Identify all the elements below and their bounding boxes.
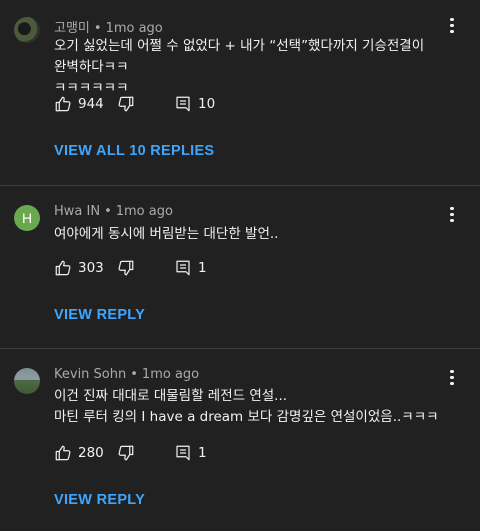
meta-separator: • (130, 367, 138, 382)
comment-meta: 고맹미 • 1mo ago (54, 17, 163, 36)
comment-icon (176, 260, 190, 276)
thumbs-down-icon (118, 260, 134, 276)
comment-time[interactable]: 1mo ago (106, 21, 163, 36)
reply-button[interactable]: 1 (174, 257, 207, 279)
avatar-letter: H (21, 210, 33, 226)
more-options-icon[interactable] (443, 205, 461, 223)
more-options-icon[interactable] (443, 368, 461, 386)
reply-button[interactable]: 1 (174, 442, 207, 464)
comment-actions: 280 1 (54, 442, 354, 464)
reply-count: 1 (198, 260, 207, 276)
dislike-button[interactable] (117, 93, 135, 115)
avatar[interactable]: H (14, 205, 40, 231)
comment-text-line: 오기 싫었는데 어쩔 수 없었다 + 내가 “선택”했다까지 기승전결이 완벽하… (54, 38, 425, 75)
comment-item: Kevin Sohn • 1mo ago 이건 진짜 대대로 대물림할 레전드 연설… (0, 349, 480, 531)
comment-meta: Kevin Sohn • 1mo ago (54, 367, 199, 382)
like-button[interactable]: 303 (54, 257, 104, 279)
view-replies-button[interactable]: VIEW REPLY (54, 307, 145, 323)
comment-item: 고맹미 • 1mo ago 오기 싫었는데 어쩔 수 없었다 + 내가 “선택”했다… (0, 0, 480, 182)
avatar[interactable] (14, 17, 40, 43)
comment-author[interactable]: 고맹미 (54, 21, 90, 36)
comment-actions: 303 1 (54, 257, 354, 279)
comment-text-line: 이건 진짜 대대로 대물림할 레전드 연설... (54, 388, 288, 404)
like-button[interactable]: 280 (54, 442, 104, 464)
comment-item: H Hwa IN • 1mo ago 여야에게 동시에 버림받는 대단한 발언.. … (0, 186, 480, 346)
avatar[interactable] (14, 368, 40, 394)
comment-text: 오기 싫었는데 어쩔 수 없었다 + 내가 “선택”했다까지 기승전결이 완벽하… (54, 36, 442, 99)
comment-author[interactable]: Kevin Sohn (54, 367, 126, 382)
dislike-button[interactable] (117, 257, 135, 279)
comment-text: 이건 진짜 대대로 대물림할 레전드 연설... 마틴 루터 킹의 I have… (54, 386, 442, 428)
view-replies-button[interactable]: VIEW REPLY (54, 492, 145, 508)
comment-actions: 944 10 (54, 93, 354, 115)
comment-text: 여야에게 동시에 버림받는 대단한 발언.. (54, 224, 442, 245)
more-options-icon[interactable] (443, 16, 461, 34)
thumbs-up-icon (55, 260, 71, 276)
comment-author[interactable]: Hwa IN (54, 204, 100, 219)
thumbs-up-icon (55, 96, 71, 112)
comment-icon (176, 445, 190, 461)
thumbs-down-icon (118, 445, 134, 461)
like-button[interactable]: 944 (54, 93, 104, 115)
comment-time[interactable]: 1mo ago (142, 367, 199, 382)
reply-count: 10 (198, 96, 216, 112)
reply-button[interactable]: 10 (174, 93, 215, 115)
dislike-button[interactable] (117, 442, 135, 464)
like-count: 280 (78, 445, 104, 461)
comment-time[interactable]: 1mo ago (116, 204, 173, 219)
comment-icon (176, 96, 190, 112)
comment-text-line: 여야에게 동시에 버림받는 대단한 발언.. (54, 226, 279, 242)
view-replies-button[interactable]: VIEW ALL 10 REPLIES (54, 143, 214, 159)
meta-separator: • (93, 21, 102, 36)
reply-count: 1 (198, 445, 207, 461)
thumbs-up-icon (55, 445, 71, 461)
comment-meta: Hwa IN • 1mo ago (54, 204, 173, 219)
like-count: 944 (78, 96, 104, 112)
thumbs-down-icon (118, 96, 134, 112)
like-count: 303 (78, 260, 104, 276)
comment-text-line: 마틴 루터 킹의 I have a dream 보다 감명깊은 연설이었음..ㅋ… (54, 409, 439, 425)
meta-separator: • (104, 204, 112, 219)
